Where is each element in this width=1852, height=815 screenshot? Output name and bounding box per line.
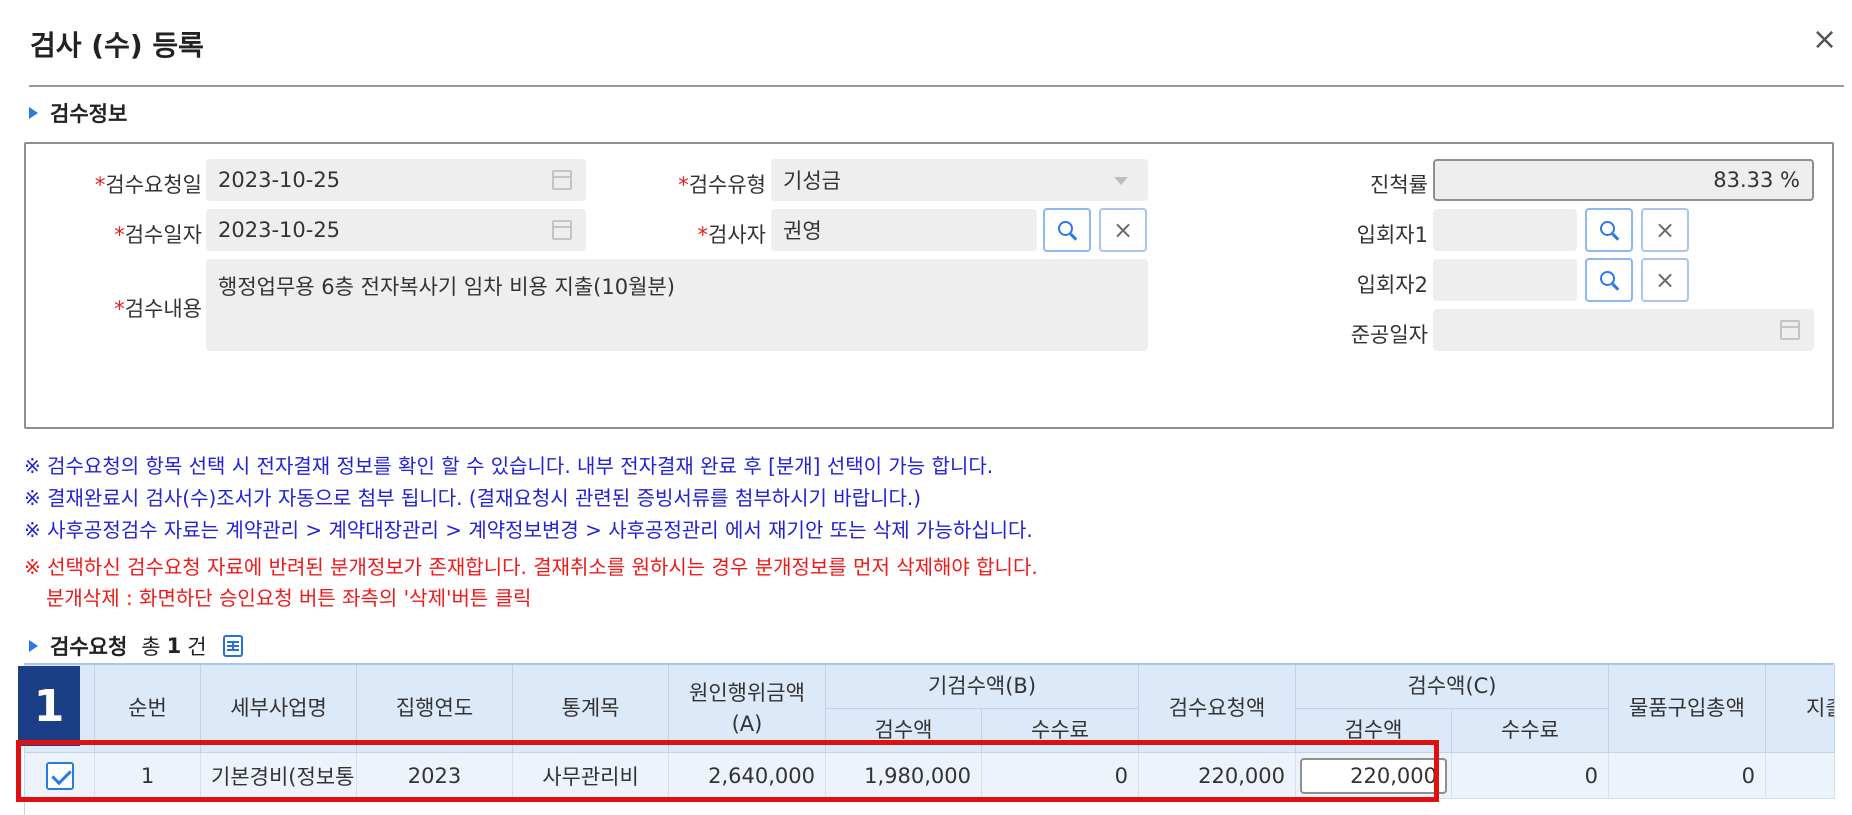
section-title-request: 검수요청 [50,635,128,659]
title-divider [29,85,1844,87]
close-icon[interactable]: × [1812,22,1837,58]
calendar-icon[interactable] [552,220,572,240]
close-icon: × [1654,266,1676,294]
step-badge: 1 [18,666,80,746]
header-cur-fee: 수수료 [1452,709,1609,753]
type-select[interactable]: 기성금 [771,159,1148,201]
inspector-label: *검사자 [697,223,766,247]
highlight-box [16,740,1439,802]
inspector-value: 권영 [783,219,822,243]
header-prev-group: 기검수액(B) [826,665,1139,709]
inspect-date-field[interactable]: 2023-10-25 [206,209,586,251]
witness2-clear-button[interactable]: × [1641,258,1689,302]
section-header-info: 검수정보 [29,98,127,128]
witness1-search-button[interactable] [1585,208,1633,252]
type-label: *검수유형 [678,173,766,197]
section-header-request: 검수요청 총 1 건 [29,631,243,661]
witness2-search-button[interactable] [1585,258,1633,302]
witness2-field[interactable] [1433,259,1577,301]
search-icon [1600,221,1615,236]
triangle-icon [29,640,38,652]
completion-date-field[interactable] [1433,309,1814,351]
witness1-field[interactable] [1433,209,1577,251]
header-expense: 지출금 [1766,665,1835,753]
warning-line: 분개삭제 : 화면하단 승인요청 버튼 좌측의 '삭제'버튼 클릭 [46,586,532,610]
inspector-clear-button[interactable]: × [1099,208,1147,252]
dialog-title: 검사 (수) 등록 [30,29,204,62]
request-date-field[interactable]: 2023-10-25 [206,159,586,201]
note-line: ※ 검수요청의 항목 선택 시 전자결재 정보를 확인 할 수 있습니다. 내부… [24,454,994,478]
witness2-label: 입회자2 [1356,273,1428,297]
request-date-value: 2023-10-25 [218,168,341,192]
inspect-date-value: 2023-10-25 [218,218,341,242]
note-line: ※ 사후공정검수 자료는 계약관리 > 계약대장관리 > 계약정보변경 > 사후… [24,518,1033,542]
witness1-clear-button[interactable]: × [1641,208,1689,252]
search-icon [1058,221,1073,236]
total-unit: 건 [187,635,207,659]
header-cur-group: 검수액(C) [1296,665,1609,709]
cell-cur-fee: 0 [1452,753,1609,799]
inspect-date-label: *검수일자 [114,223,202,247]
progress-label: 진척률 [1370,173,1428,197]
excel-download-icon[interactable] [222,635,243,657]
calendar-icon[interactable] [552,170,572,190]
section-title-info: 검수정보 [50,102,128,126]
chevron-down-icon [1114,177,1128,185]
cell-purchase: 0 [1609,753,1766,799]
triangle-icon [29,107,38,119]
search-icon [1600,271,1615,286]
header-purchase: 물품구입총액 [1609,665,1766,753]
type-value: 기성금 [783,169,841,193]
witness1-label: 입회자1 [1356,223,1428,247]
inspector-field[interactable]: 권영 [771,209,1037,251]
note-line: ※ 결재완료시 검사(수)조서가 자동으로 첨부 됩니다. (결재요청시 관련된… [24,486,922,510]
calendar-icon[interactable] [1780,320,1800,340]
close-icon: × [1112,216,1134,244]
completion-date-label: 준공일자 [1350,323,1428,347]
total-label: 총 [141,635,161,659]
total-count: 1 [166,634,182,658]
warning-line: ※ 선택하신 검수요청 자료에 반려된 분개정보가 존재합니다. 결재취소를 원… [24,555,1038,579]
content-label: *검수내용 [114,297,202,321]
progress-value: 83.33 % [1713,168,1800,192]
inspector-search-button[interactable] [1043,208,1091,252]
content-textarea[interactable]: 행정업무용 6층 전자복사기 임차 비용 지출(10월분) [206,259,1148,351]
close-icon: × [1654,216,1676,244]
request-date-label: *검수요청일 [94,173,202,197]
content-value: 행정업무용 6층 전자복사기 임차 비용 지출(10월분) [218,275,675,299]
progress-field: 83.33 % [1433,159,1814,201]
cell-expense [1766,753,1835,799]
